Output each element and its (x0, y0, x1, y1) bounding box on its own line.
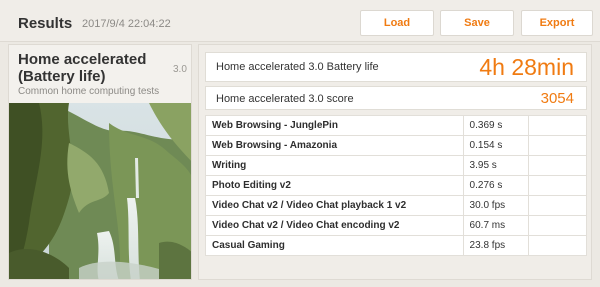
test-item-value: 30.0 fps (462, 195, 530, 216)
score-value: 3054 (540, 90, 574, 107)
battery-life-label: Home accelerated 3.0 Battery life (216, 61, 379, 73)
table-row: Video Chat v2 / Video Chat encoding v2 6… (205, 215, 587, 236)
page-title: Results (18, 15, 73, 32)
empty-cell (528, 215, 587, 236)
test-name: Home accelerated (Battery life) (18, 51, 147, 85)
results-panel: Home accelerated 3.0 Battery life 4h 28m… (198, 44, 592, 280)
save-button[interactable]: Save (440, 10, 514, 36)
waterfall-photo (9, 103, 191, 279)
test-info-card: Home accelerated (Battery life) 3.0 Comm… (8, 44, 192, 280)
test-item-value: 0.276 s (462, 175, 530, 196)
table-row: Web Browsing - Amazonia 0.154 s (205, 135, 587, 156)
test-item-name: Video Chat v2 / Video Chat encoding v2 (205, 215, 464, 236)
test-item-name: Video Chat v2 / Video Chat playback 1 v2 (205, 195, 464, 216)
score-row: Home accelerated 3.0 score 3054 (205, 86, 587, 110)
empty-cell (528, 155, 587, 176)
load-button[interactable]: Load (360, 10, 434, 36)
test-item-name: Web Browsing - JunglePin (205, 115, 464, 136)
table-row: Video Chat v2 / Video Chat playback 1 v2… (205, 195, 587, 216)
test-item-value: 60.7 ms (462, 215, 530, 236)
battery-life-row: Home accelerated 3.0 Battery life 4h 28m… (205, 52, 587, 82)
test-item-value: 3.95 s (462, 155, 530, 176)
results-header: Results 2017/9/4 22:04:22 Load Save Expo… (0, 0, 600, 42)
test-description: Common home computing tests (18, 86, 160, 97)
results-table: Web Browsing - JunglePin 0.369 s Web Bro… (205, 115, 587, 256)
test-item-name: Writing (205, 155, 464, 176)
table-row: Writing 3.95 s (205, 155, 587, 176)
table-row: Web Browsing - JunglePin 0.369 s (205, 115, 587, 136)
table-row: Photo Editing v2 0.276 s (205, 175, 587, 196)
empty-cell (528, 135, 587, 156)
test-version: 3.0 (173, 64, 187, 75)
battery-life-value: 4h 28min (479, 54, 574, 80)
export-button[interactable]: Export (521, 10, 593, 36)
empty-cell (528, 175, 587, 196)
result-timestamp: 2017/9/4 22:04:22 (82, 18, 171, 30)
test-item-name: Casual Gaming (205, 235, 464, 256)
empty-cell (528, 195, 587, 216)
test-item-name: Web Browsing - Amazonia (205, 135, 464, 156)
test-item-name: Photo Editing v2 (205, 175, 464, 196)
empty-cell (528, 235, 587, 256)
test-item-value: 0.154 s (462, 135, 530, 156)
table-row: Casual Gaming 23.8 fps (205, 235, 587, 256)
test-item-value: 23.8 fps (462, 235, 530, 256)
score-label: Home accelerated 3.0 score (216, 93, 354, 105)
test-item-value: 0.369 s (462, 115, 530, 136)
empty-cell (528, 115, 587, 136)
